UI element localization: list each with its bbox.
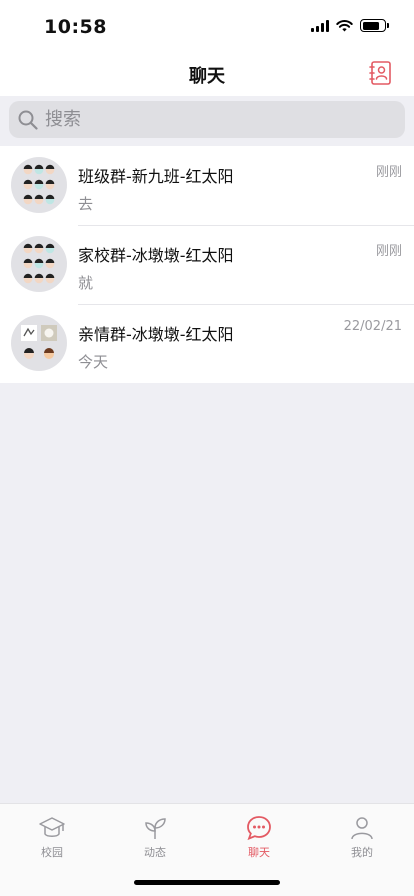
chat-item[interactable]: 亲情群-冰墩墩-红太阳 今天 22/02/21 [0,304,414,383]
tab-label: 动态 [144,846,166,859]
battery-icon [360,19,389,32]
contacts-button[interactable] [368,60,394,86]
tab-label: 校园 [41,846,63,859]
chat-item[interactable]: 班级群-新九班-红太阳 去 刚刚 [0,146,414,225]
chat-name: 亲情群-冰墩墩-红太阳 [78,325,234,344]
nav-bar: 聊天 [0,52,414,96]
status-icons [311,19,389,32]
face-icon [23,164,55,205]
chat-name: 家校群-冰墩墩-红太阳 [78,246,234,265]
face-icon [23,243,55,284]
group-avatar [11,315,67,371]
wifi-icon [336,19,353,31]
graduation-cap-icon [39,817,65,837]
group-avatar [11,236,67,292]
group-avatar [11,157,67,213]
tab-chat[interactable]: 聊天 [229,814,289,860]
chat-time: 22/02/21 [343,319,402,334]
person-icon [351,817,373,840]
home-indicator[interactable] [134,880,280,885]
tab-label: 聊天 [248,846,270,859]
chat-preview: 去 [78,195,94,213]
chat-name: 班级群-新九班-红太阳 [78,167,234,186]
chat-screen: 10:58 聊天 搜索 班级群-新九班-红太阳 去 刚刚 家校群-冰墩墩-红太阳… [0,0,414,896]
chat-item[interactable]: 家校群-冰墩墩-红太阳 就 刚刚 [0,225,414,304]
tab-label: 我的 [351,846,373,859]
tab-campus[interactable]: 校园 [22,814,82,860]
cellular-signal-icon [311,19,329,32]
page-title: 聊天 [189,66,225,87]
chat-time: 刚刚 [375,244,402,259]
status-time: 10:58 [44,16,107,38]
tab-moments[interactable]: 动态 [125,814,185,860]
chat-bubble-icon [247,816,271,841]
search-input[interactable] [45,109,385,130]
search-bar[interactable] [9,101,405,138]
sprout-icon [145,818,166,839]
contacts-book-icon [369,61,391,85]
search-icon [18,110,38,130]
search-area [0,96,414,146]
chat-preview: 就 [78,274,94,292]
status-bar: 10:58 [0,0,414,52]
chat-list: 班级群-新九班-红太阳 去 刚刚 家校群-冰墩墩-红太阳 就 刚刚 亲情群-冰墩… [0,146,414,383]
tab-mine[interactable]: 我的 [332,814,392,860]
chat-preview: 今天 [78,353,109,371]
chat-time: 刚刚 [375,165,402,180]
